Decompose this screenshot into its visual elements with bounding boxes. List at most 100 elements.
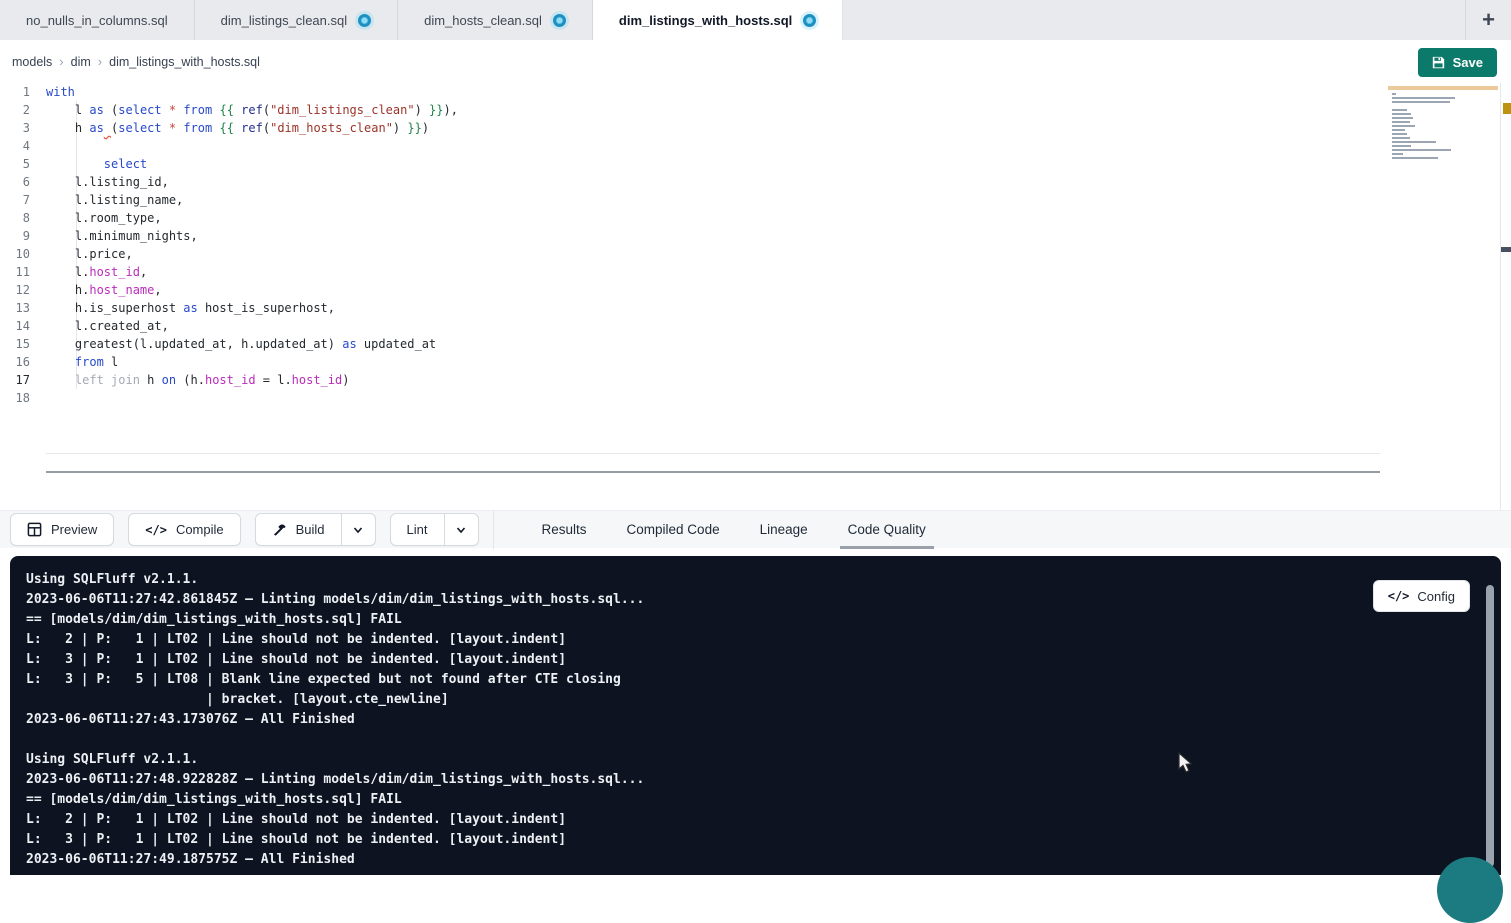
lint-dropdown-button[interactable] — [444, 514, 478, 545]
code-line-17[interactable]: 17 left join h on (h.host_id = l.host_id… — [0, 371, 1511, 389]
code-text: h.is_superhost as host_is_superhost, — [46, 299, 335, 317]
tab-label: dim_listings_with_hosts.sql — [619, 13, 792, 28]
terminal-panel[interactable]: </> Config Using SQLFluff v2.1.1.2023-06… — [10, 556, 1501, 875]
chevron-down-icon — [352, 524, 364, 536]
code-line-12[interactable]: 12 h.host_name, — [0, 281, 1511, 299]
line-number: 7 — [0, 191, 46, 209]
code-text: from l — [46, 353, 118, 371]
line-number: 12 — [0, 281, 46, 299]
breadcrumb-file: dim_listings_with_hosts.sql — [109, 55, 260, 69]
line-number: 18 — [0, 389, 46, 407]
code-line-10[interactable]: 10 l.price, — [0, 245, 1511, 263]
breadcrumb-dim[interactable]: dim — [71, 55, 91, 69]
tab-label: no_nulls_in_columns.sql — [26, 13, 168, 28]
terminal-line: | bracket. [layout.cte_newline] — [26, 690, 1501, 710]
editor-tab-dim_listings_with_hosts-sql[interactable]: dim_listings_with_hosts.sql — [593, 0, 843, 40]
code-line-8[interactable]: 8 l.room_type, — [0, 209, 1511, 227]
code-line-13[interactable]: 13 h.is_superhost as host_is_superhost, — [0, 299, 1511, 317]
compile-button[interactable]: </> Compile — [128, 513, 240, 546]
help-bubble-button[interactable] — [1437, 857, 1503, 923]
terminal-line — [26, 730, 1501, 750]
code-line-11[interactable]: 11 l.host_id, — [0, 263, 1511, 281]
code-icon: </> — [145, 523, 167, 537]
unsaved-changes-dot-icon[interactable] — [803, 14, 816, 27]
line-number: 8 — [0, 209, 46, 227]
tab-label: Results — [542, 522, 587, 537]
code-line-9[interactable]: 9 l.minimum_nights, — [0, 227, 1511, 245]
terminal-line: 2023-06-06T11:27:48.922828Z — Linting mo… — [26, 770, 1501, 790]
tab-lineage[interactable]: Lineage — [740, 511, 828, 549]
terminal-line: 2023-06-06T11:27:49.187575Z — All Finish… — [26, 850, 1501, 870]
code-line-15[interactable]: 15 greatest(l.updated_at, h.updated_at) … — [0, 335, 1511, 353]
code-editor[interactable]: 1with2 l as (select * from {{ ref("dim_l… — [0, 83, 1511, 510]
code-text: select — [46, 155, 147, 173]
code-line-4[interactable]: 4 — [0, 137, 1511, 155]
line-number: 10 — [0, 245, 46, 263]
tab-label: Lineage — [760, 522, 808, 537]
code-line-1[interactable]: 1with — [0, 83, 1511, 101]
code-line-7[interactable]: 7 l.listing_name, — [0, 191, 1511, 209]
save-button[interactable]: Save — [1418, 48, 1497, 77]
button-label: Lint — [407, 522, 428, 537]
build-button[interactable]: Build — [255, 513, 376, 546]
tab-label: Code Quality — [848, 522, 926, 537]
tab-compiled-code[interactable]: Compiled Code — [607, 511, 740, 549]
line-number: 11 — [0, 263, 46, 281]
code-text: l.host_id, — [46, 263, 147, 281]
line-number: 5 — [0, 155, 46, 173]
code-line-18[interactable]: 18 — [0, 389, 1511, 407]
config-button[interactable]: </> Config — [1373, 580, 1470, 612]
terminal-line: 2023-06-06T11:27:42.861845Z — Linting mo… — [26, 590, 1501, 610]
code-line-6[interactable]: 6 l.listing_id, — [0, 173, 1511, 191]
line-number: 13 — [0, 299, 46, 317]
button-label: Compile — [176, 522, 224, 537]
editor-tab-no_nulls_in_columns-sql[interactable]: no_nulls_in_columns.sql — [0, 0, 195, 40]
new-tab-button[interactable]: + — [1465, 0, 1511, 40]
tab-code-quality[interactable]: Code Quality — [828, 511, 946, 549]
breadcrumb-models[interactable]: models — [12, 55, 52, 69]
button-label: Preview — [51, 522, 97, 537]
lint-button[interactable]: Lint — [390, 513, 479, 546]
line-number: 1 — [0, 83, 46, 101]
editor-tabbar: no_nulls_in_columns.sql dim_listings_clea… — [0, 0, 1511, 40]
line-number: 6 — [0, 173, 46, 191]
active-line-highlight — [46, 453, 1380, 473]
code-line-2[interactable]: 2 l as (select * from {{ ref("dim_listin… — [0, 101, 1511, 119]
preview-button[interactable]: Preview — [10, 513, 114, 546]
terminal-line: Using SQLFluff v2.1.1. — [26, 750, 1501, 770]
breadcrumb-separator: › — [59, 54, 63, 69]
mouse-cursor — [1178, 752, 1196, 774]
code-line-3[interactable]: 3 h as (select * from {{ ref("dim_hosts_… — [0, 119, 1511, 137]
terminal-line: L: 3 | P: 1 | LT02 | Line should not be … — [26, 650, 1501, 670]
code-text: l.listing_name, — [46, 191, 183, 209]
line-number: 3 — [0, 119, 46, 137]
action-bar: Preview </> Compile Build Lint Results Compil… — [0, 510, 1511, 548]
tab-results[interactable]: Results — [522, 511, 607, 549]
build-dropdown-button[interactable] — [341, 514, 375, 545]
code-line-14[interactable]: 14 l.created_at, — [0, 317, 1511, 335]
unsaved-changes-dot-icon[interactable] — [358, 14, 371, 27]
line-number: 17 — [0, 371, 46, 389]
button-label: Build — [296, 522, 325, 537]
code-text: left join h on (h.host_id = l.host_id) — [46, 371, 349, 389]
editor-tab-dim_hosts_clean-sql[interactable]: dim_hosts_clean.sql — [398, 0, 593, 40]
unsaved-changes-dot-icon[interactable] — [553, 14, 566, 27]
breadcrumb-separator: › — [98, 54, 102, 69]
terminal-line: == [models/dim/dim_listings_with_hosts.s… — [26, 610, 1501, 630]
code-text: h as (select * from {{ ref("dim_hosts_cl… — [46, 119, 429, 137]
code-line-16[interactable]: 16 from l — [0, 353, 1511, 371]
code-line-5[interactable]: 5 select — [0, 155, 1511, 173]
chevron-down-icon — [455, 524, 467, 536]
terminal-line: Using SQLFluff v2.1.1. — [26, 570, 1501, 590]
terminal-line: == [models/dim/dim_listings_with_hosts.s… — [26, 790, 1501, 810]
code-text: h.host_name, — [46, 281, 162, 299]
line-number: 16 — [0, 353, 46, 371]
terminal-scrollbar[interactable] — [1486, 585, 1494, 867]
code-text: with — [46, 83, 75, 101]
terminal-line: L: 2 | P: 1 | LT02 | Line should not be … — [26, 810, 1501, 830]
code-brackets-icon: </> — [1388, 589, 1410, 603]
line-number: 9 — [0, 227, 46, 245]
code-text: l.created_at, — [46, 317, 169, 335]
toolbar-divider — [493, 511, 494, 549]
editor-tab-dim_listings_clean-sql[interactable]: dim_listings_clean.sql — [195, 0, 398, 40]
